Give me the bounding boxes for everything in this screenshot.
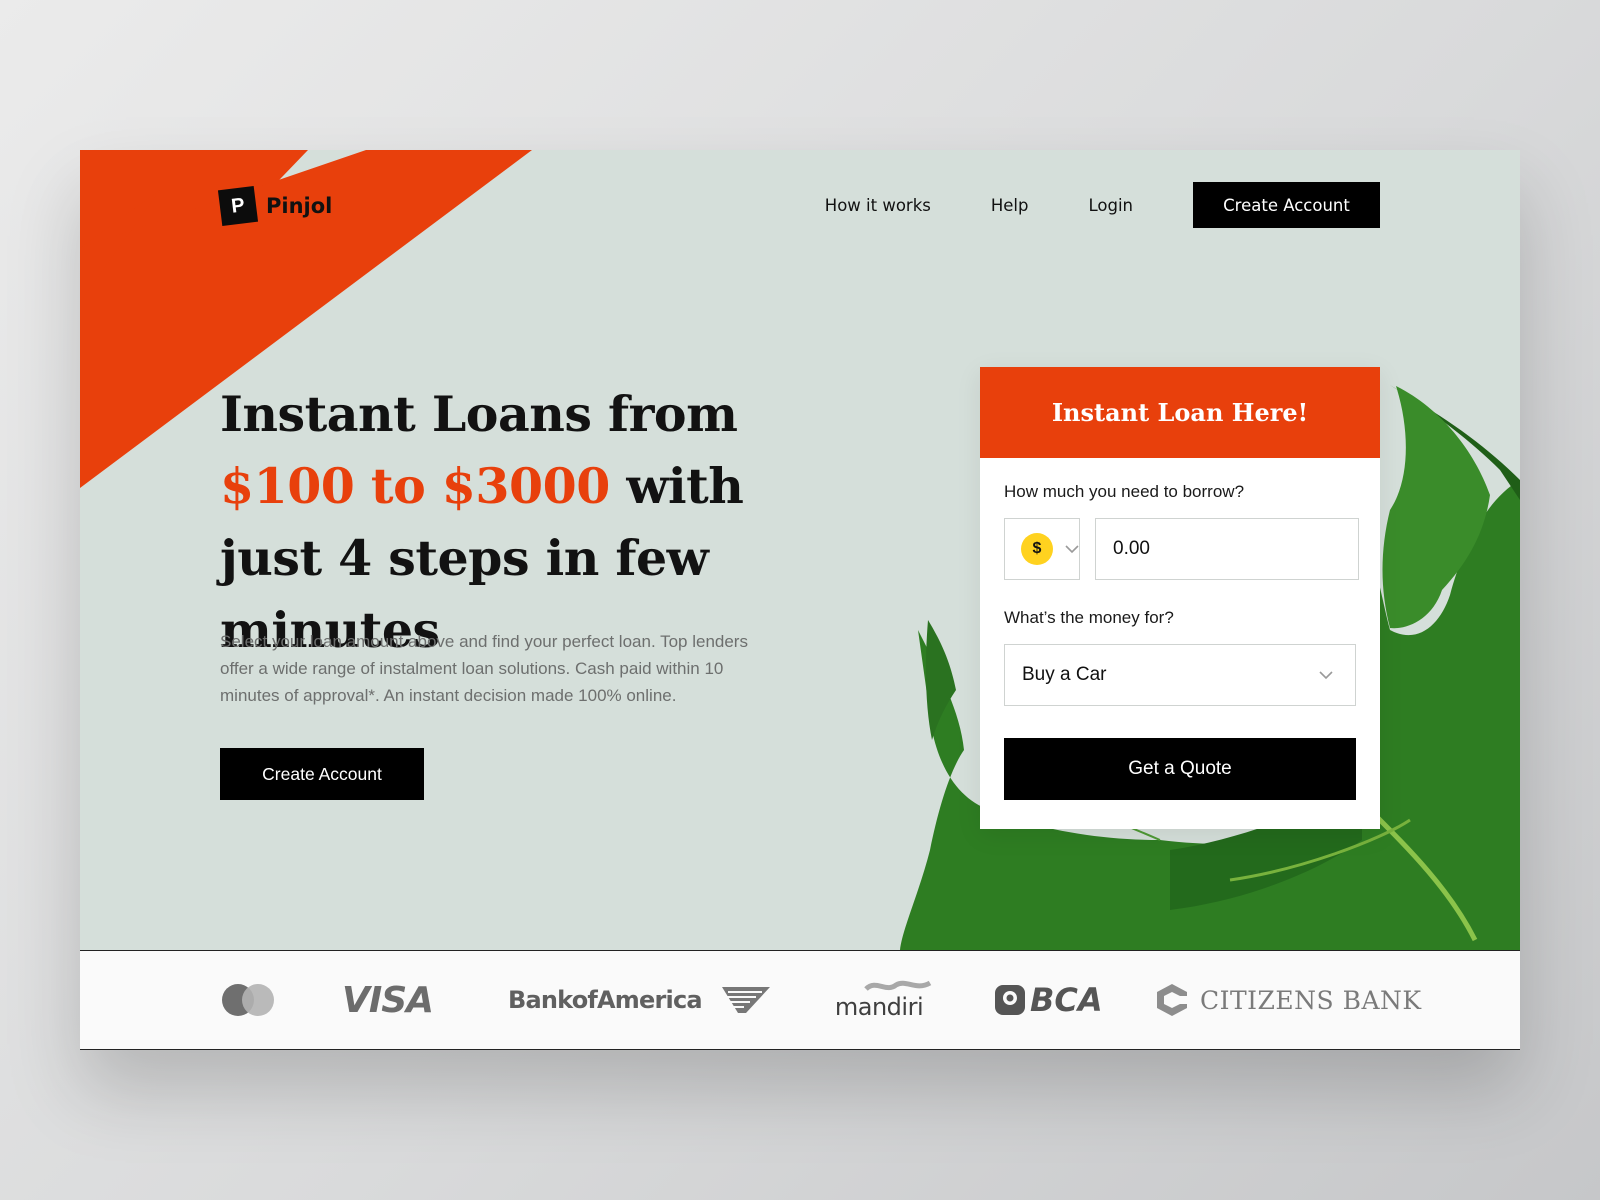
bca-logo: BCA — [994, 951, 1103, 1049]
hero-create-account-button[interactable]: Create Account — [220, 748, 424, 800]
brand-name: Pinjol — [266, 194, 333, 218]
mastercard-icon — [222, 984, 274, 1016]
purpose-select[interactable]: Buy a Car — [1004, 644, 1356, 706]
mandiri-wave-icon — [864, 980, 932, 991]
bank-of-america-flag-icon — [715, 987, 770, 1013]
citizens-bank-logo: CITIZENS BANK — [1156, 951, 1422, 1049]
bank-of-america-logo: BankofAmerica — [508, 951, 772, 1049]
amount-input[interactable] — [1095, 518, 1359, 580]
purpose-select-value: Buy a Car — [1022, 664, 1107, 685]
nav-how-it-works[interactable]: How it works — [825, 196, 931, 215]
mandiri-logo-text: mandiri — [834, 993, 924, 1021]
chevron-down-icon — [1065, 545, 1079, 554]
mastercard-logo — [220, 951, 276, 1049]
citizens-bank-logo-text: CITIZENS BANK — [1200, 985, 1422, 1015]
nav-help[interactable]: Help — [991, 196, 1029, 215]
bca-emblem-icon — [995, 985, 1025, 1015]
brand-logo[interactable]: P Pinjol — [217, 185, 333, 227]
hero-title-line1: Instant Loans from — [220, 385, 738, 443]
loan-card-header: Instant Loan Here! — [980, 367, 1380, 458]
amount-label: How much you need to borrow? — [1004, 482, 1245, 501]
get-quote-button[interactable]: Get a Quote — [1004, 738, 1356, 800]
chevron-down-icon — [1319, 671, 1333, 680]
currency-selector[interactable]: $ — [1004, 518, 1080, 580]
partner-logos-strip: VISA BankofAmerica mandiri BCA CITIZENS … — [80, 950, 1520, 1050]
nav-login[interactable]: Login — [1088, 196, 1133, 215]
brand-mark-icon: P — [217, 185, 259, 227]
hero-title-accent: $100 to $3000 — [220, 457, 610, 515]
top-navigation: How it works Help Login Create Account — [825, 182, 1380, 228]
visa-logo: VISA — [342, 951, 434, 1049]
hero-description: Select your loan amount above and find y… — [220, 632, 748, 705]
bca-logo-text: BCA — [1030, 981, 1103, 1019]
mandiri-logo: mandiri — [824, 951, 934, 1049]
purpose-label: What’s the money for? — [1004, 608, 1174, 627]
dollar-coin-icon: $ — [1021, 533, 1053, 565]
citizens-bank-icon — [1157, 984, 1187, 1016]
bank-of-america-logo-text: BankofAmerica — [508, 986, 703, 1014]
visa-logo-text: VISA — [342, 979, 434, 1021]
hero-title: Instant Loans from $100 to $3000 with ju… — [220, 378, 840, 666]
loan-quote-card: Instant Loan Here! How much you need to … — [980, 367, 1380, 829]
nav-create-account-button[interactable]: Create Account — [1193, 182, 1380, 228]
landing-page: P Pinjol How it works Help Login Create … — [80, 150, 1520, 1050]
